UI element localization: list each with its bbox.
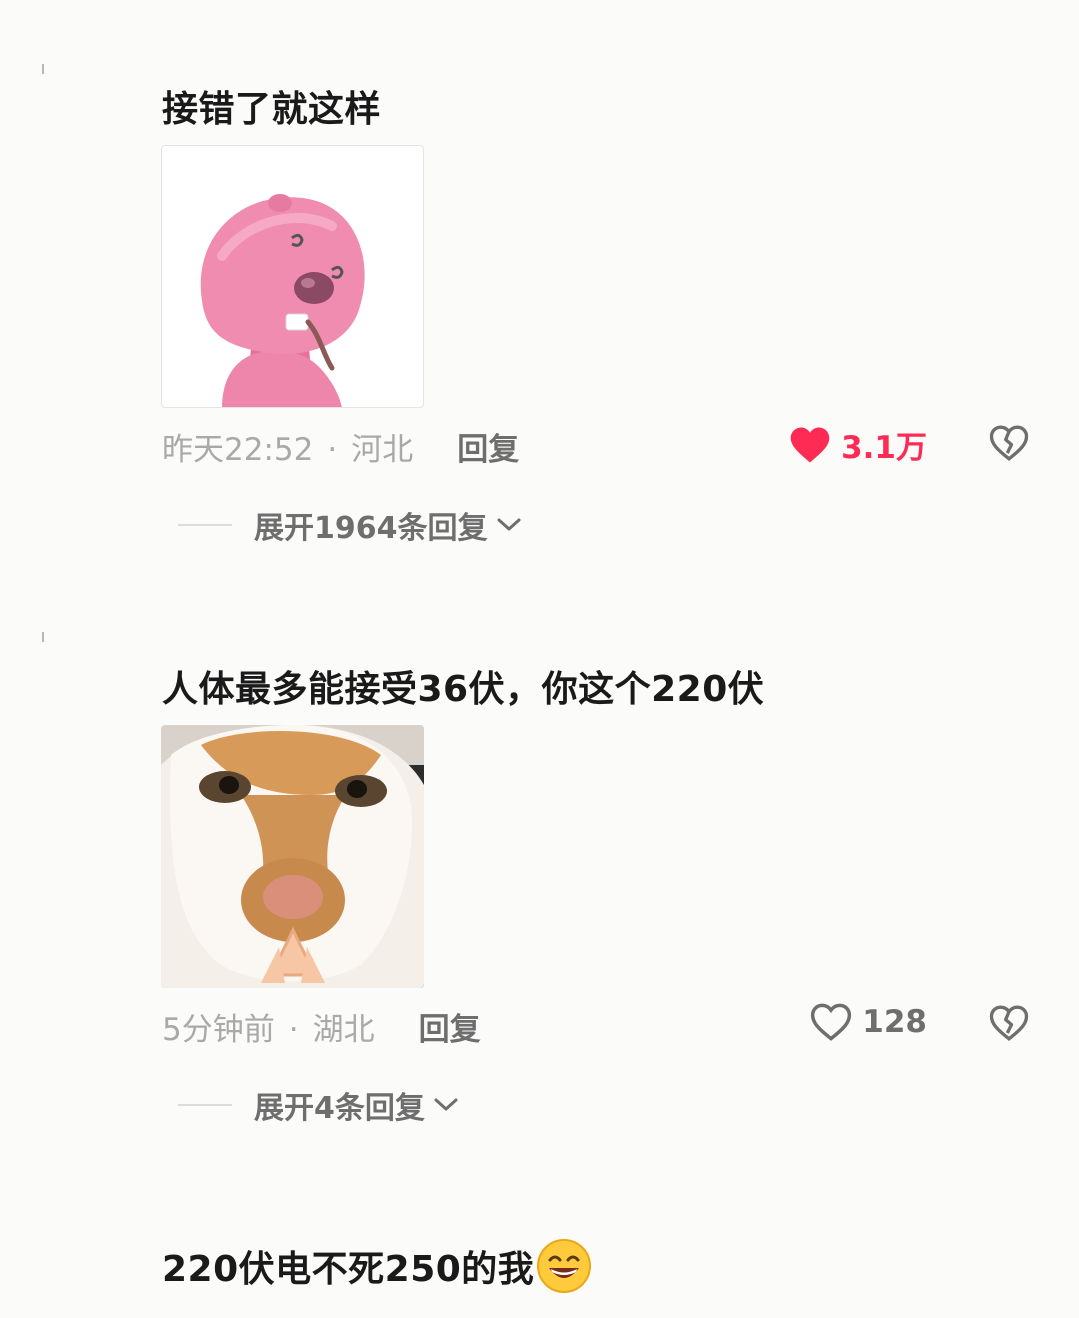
orange-cat-sticker (161, 725, 424, 988)
dislike-button[interactable] (989, 1004, 1029, 1046)
edge-marker (42, 64, 44, 74)
expand-replies-label: 展开4条回复 (254, 1091, 425, 1126)
comment-region: 河北 (351, 432, 414, 468)
like-count: 3.1万 (841, 430, 927, 466)
heart-icon (811, 1003, 852, 1041)
edge-marker (42, 632, 44, 642)
expand-replies-label: 展开1964条回复 (254, 511, 488, 546)
like-count: 128 (862, 1004, 927, 1040)
comment-region: 湖北 (312, 1012, 375, 1048)
comment-text: 220伏电不死250的我 (162, 1249, 535, 1290)
sticker-image[interactable] (161, 145, 424, 408)
reply-button[interactable]: 回复 (419, 1012, 481, 1048)
reply-button[interactable]: 回复 (457, 432, 519, 468)
expand-divider (178, 1104, 232, 1106)
comment-meta: 昨天22:52 · 河北 回复 (162, 424, 519, 469)
like-button[interactable]: 3.1万 (789, 422, 927, 467)
meta-separator: · (327, 432, 338, 468)
broken-heart-icon (989, 1005, 1029, 1041)
comment-time: 昨天22:52 (162, 432, 314, 468)
heart-icon (790, 427, 830, 462)
broken-heart-icon (989, 425, 1029, 461)
chevron-down-icon (434, 1098, 458, 1111)
sticker-image[interactable] (161, 725, 424, 988)
chevron-down-icon (497, 518, 520, 531)
comment-list: 接错了就这样 昨天22:52 · 河北 回复 3.1万 展开1964条回复 人体… (0, 0, 1079, 1318)
comment-time: 5分钟前 (162, 1012, 275, 1048)
meta-separator: · (288, 1012, 299, 1048)
grinning-face-emoji (537, 1239, 592, 1293)
comment-meta: 5分钟前 · 湖北 回复 (162, 1004, 481, 1049)
expand-divider (178, 524, 232, 526)
comment-text-row: 220伏电不死250的我 (162, 1238, 592, 1294)
comment-text: 人体最多能接受36伏，你这个220伏 (162, 669, 765, 710)
like-button[interactable]: 128 (810, 1002, 927, 1042)
dislike-button[interactable] (989, 424, 1029, 466)
expand-replies[interactable]: 展开4条回复 (178, 1083, 459, 1127)
comment-text: 接错了就这样 (162, 89, 382, 130)
pink-beaver-sticker (200, 194, 365, 407)
expand-replies[interactable]: 展开1964条回复 (178, 503, 522, 547)
